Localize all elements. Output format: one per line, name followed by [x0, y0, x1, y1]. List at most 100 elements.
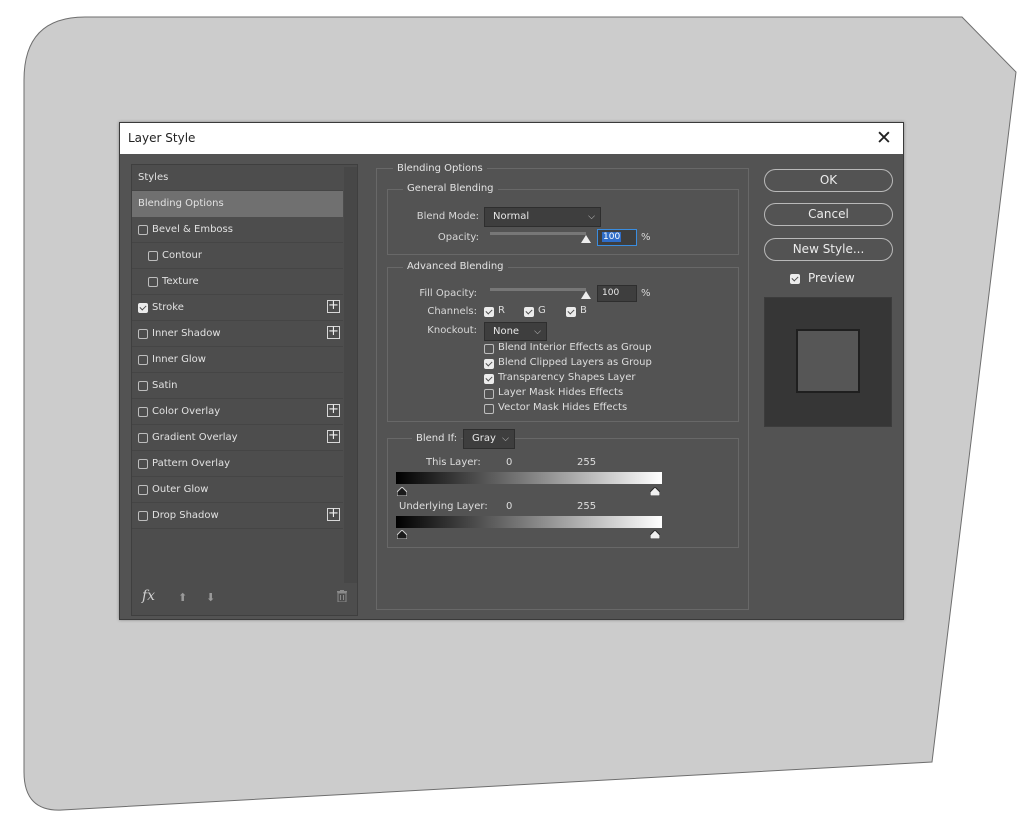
opacity-slider-track[interactable] — [490, 232, 586, 235]
this-layer-max: 255 — [577, 457, 597, 468]
style-item-gradient-overlay[interactable]: Gradient Overlay + — [132, 425, 343, 451]
style-item-stroke[interactable]: Stroke + — [132, 295, 343, 321]
layer-style-dialog: Layer Style ✕ Styles Blending Options Bev… — [119, 122, 904, 620]
blend-if-group: Blend If: Gray ⌵ This Layer: 0 255 Under… — [387, 429, 739, 548]
bevel-emboss-checkbox[interactable] — [138, 225, 148, 235]
style-item-blending-options[interactable]: Blending Options — [132, 191, 343, 217]
style-item-satin[interactable]: Satin — [132, 373, 343, 399]
general-blending-group: General Blending Blend Mode: Normal ⌵ Op… — [387, 183, 739, 255]
new-style-button[interactable]: New Style... — [764, 238, 893, 261]
inner-glow-checkbox[interactable] — [138, 355, 148, 365]
blending-options-panel: Blending Options General Blending Blend … — [376, 163, 749, 610]
style-item-inner-shadow[interactable]: Inner Shadow + — [132, 321, 343, 347]
move-down-icon[interactable]: ⬇ — [206, 591, 215, 604]
fill-opacity-label: Fill Opacity: — [419, 288, 477, 299]
style-item-outer-glow[interactable]: Outer Glow — [132, 477, 343, 503]
this-layer-white-stop[interactable] — [650, 487, 660, 496]
contour-checkbox[interactable] — [148, 251, 158, 261]
color-overlay-checkbox[interactable] — [138, 407, 148, 417]
general-blending-title: General Blending — [403, 183, 498, 194]
trash-icon[interactable] — [337, 590, 347, 602]
preview-checkbox[interactable] — [790, 274, 800, 284]
style-item-contour[interactable]: Contour — [132, 243, 343, 269]
contour-label: Contour — [162, 250, 202, 261]
underlying-layer-black-stop[interactable] — [397, 530, 407, 539]
stroke-label: Stroke — [152, 302, 184, 313]
style-item-texture[interactable]: Texture — [132, 269, 343, 295]
vector-mask-hides-checkbox[interactable] — [484, 404, 494, 414]
preview-swatch — [796, 329, 860, 393]
channel-b-label: B — [580, 305, 587, 316]
pattern-overlay-checkbox[interactable] — [138, 459, 148, 469]
style-item-drop-shadow[interactable]: Drop Shadow + — [132, 503, 343, 529]
cancel-button[interactable]: Cancel — [764, 203, 893, 226]
add-gradient-overlay-icon[interactable]: + — [327, 429, 340, 443]
this-layer-black-stop[interactable] — [397, 487, 407, 496]
fill-opacity-input[interactable]: 100 — [597, 285, 637, 302]
dialog-title: Layer Style — [128, 131, 196, 145]
channel-g-checkbox[interactable] — [524, 307, 534, 317]
close-icon[interactable]: ✕ — [871, 125, 897, 151]
blend-interior-checkbox[interactable] — [484, 344, 494, 354]
style-preview — [764, 297, 892, 427]
style-item-pattern-overlay[interactable]: Pattern Overlay — [132, 451, 343, 477]
advanced-blending-group: Advanced Blending Fill Opacity: 100 % Ch… — [387, 261, 739, 422]
this-layer-min: 0 — [506, 457, 513, 468]
fx-icon[interactable]: fx — [142, 588, 155, 604]
blending-options-label: Blending Options — [138, 198, 224, 209]
channel-r-checkbox[interactable] — [484, 307, 494, 317]
transparency-shapes-label: Transparency Shapes Layer — [498, 372, 636, 383]
stroke-checkbox[interactable] — [138, 303, 148, 313]
satin-checkbox[interactable] — [138, 381, 148, 391]
underlying-layer-max: 255 — [577, 501, 597, 512]
add-inner-shadow-icon[interactable]: + — [327, 325, 340, 339]
move-up-icon[interactable]: ⬆ — [178, 591, 187, 604]
blend-clipped-label: Blend Clipped Layers as Group — [498, 357, 652, 368]
layer-mask-hides-checkbox[interactable] — [484, 389, 494, 399]
this-layer-gradient — [396, 472, 662, 484]
styles-header[interactable]: Styles — [132, 165, 343, 191]
blending-options-title: Blending Options — [393, 163, 487, 174]
styles-scrollbar[interactable] — [344, 167, 357, 583]
fill-opacity-slider-track[interactable] — [490, 288, 586, 291]
blend-if-select[interactable]: Gray ⌵ — [463, 429, 515, 449]
add-color-overlay-icon[interactable]: + — [327, 403, 340, 417]
underlying-layer-white-stop[interactable] — [650, 530, 660, 539]
gradient-overlay-label: Gradient Overlay — [152, 432, 238, 443]
chevron-down-icon: ⌵ — [534, 327, 541, 337]
add-stroke-icon[interactable]: + — [327, 299, 340, 313]
channels-label: Channels: — [427, 306, 477, 317]
outer-glow-label: Outer Glow — [152, 484, 209, 495]
inner-glow-label: Inner Glow — [152, 354, 206, 365]
blend-mode-select[interactable]: Normal ⌵ — [484, 207, 601, 227]
texture-checkbox[interactable] — [148, 277, 158, 287]
opacity-label: Opacity: — [437, 232, 479, 243]
preview-label: Preview — [808, 271, 855, 285]
opacity-input[interactable]: 100 — [597, 229, 637, 246]
style-item-inner-glow[interactable]: Inner Glow — [132, 347, 343, 373]
drop-shadow-checkbox[interactable] — [138, 511, 148, 521]
fill-opacity-slider-thumb[interactable] — [581, 291, 591, 299]
layer-mask-hides-label: Layer Mask Hides Effects — [498, 387, 624, 398]
chevron-down-icon: ⌵ — [502, 434, 509, 444]
inner-shadow-label: Inner Shadow — [152, 328, 221, 339]
blend-mode-value: Normal — [493, 211, 530, 222]
outer-glow-checkbox[interactable] — [138, 485, 148, 495]
blend-clipped-checkbox[interactable] — [484, 359, 494, 369]
transparency-shapes-checkbox[interactable] — [484, 374, 494, 384]
style-item-color-overlay[interactable]: Color Overlay + — [132, 399, 343, 425]
title-bar: Layer Style ✕ — [120, 123, 903, 154]
underlying-layer-gradient — [396, 516, 662, 528]
gradient-overlay-checkbox[interactable] — [138, 433, 148, 443]
blend-if-value: Gray — [472, 433, 496, 444]
fill-opacity-value: 100 — [602, 288, 620, 298]
advanced-blending-title: Advanced Blending — [403, 261, 508, 272]
inner-shadow-checkbox[interactable] — [138, 329, 148, 339]
style-item-bevel-emboss[interactable]: Bevel & Emboss — [132, 217, 343, 243]
knockout-select[interactable]: None ⌵ — [484, 322, 547, 341]
add-drop-shadow-icon[interactable]: + — [327, 507, 340, 521]
channel-b-checkbox[interactable] — [566, 307, 576, 317]
underlying-layer-label: Underlying Layer: — [399, 501, 488, 512]
ok-button[interactable]: OK — [764, 169, 893, 192]
opacity-slider-thumb[interactable] — [581, 235, 591, 243]
